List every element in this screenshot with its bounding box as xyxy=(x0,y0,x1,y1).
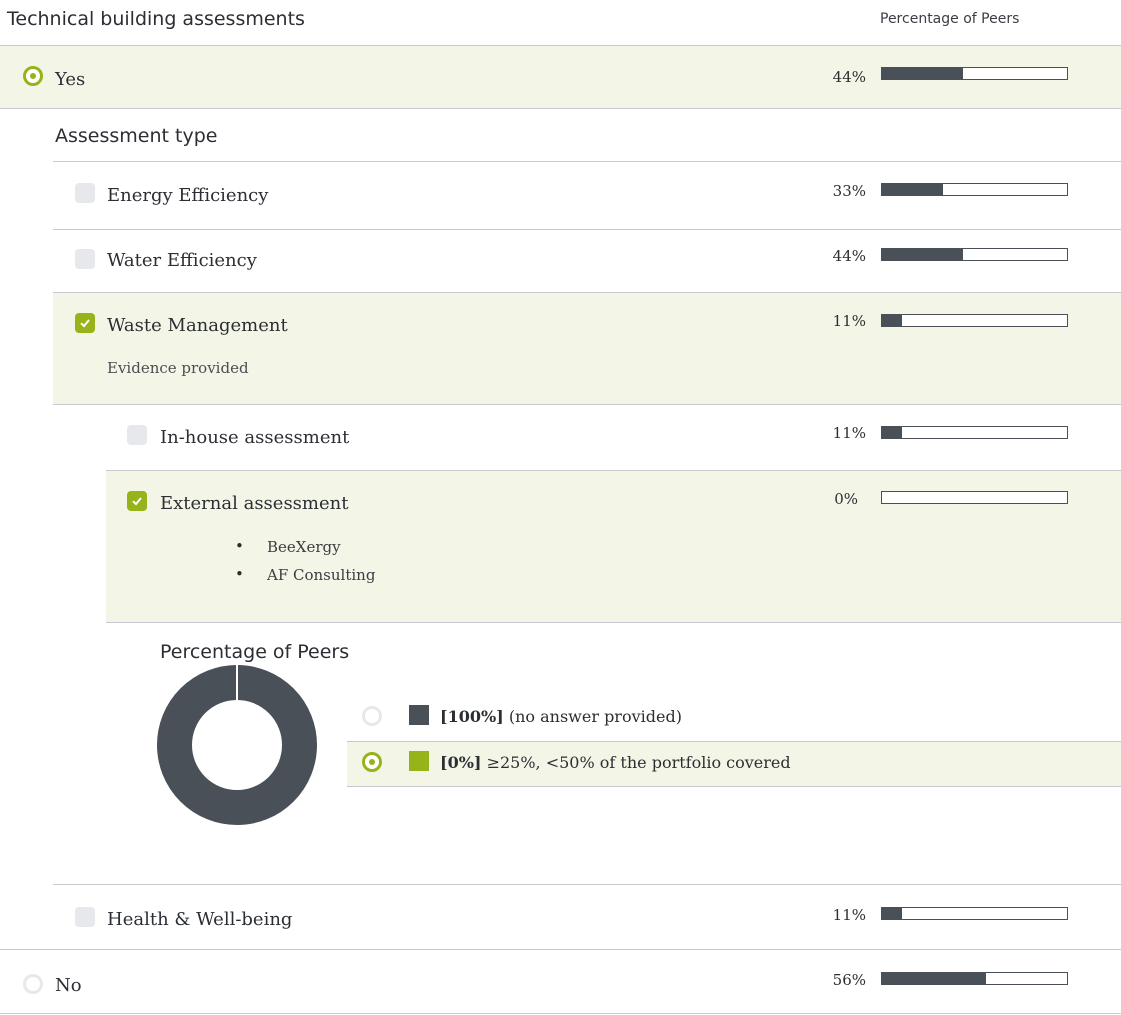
waste-management-highlight xyxy=(53,293,1121,404)
water-efficiency-percent: 44% xyxy=(832,247,866,265)
evidence-provided-note: Evidence provided xyxy=(107,359,249,377)
energy-efficiency-label: Energy Efficiency xyxy=(107,185,269,206)
bullet-list-item: • xyxy=(235,537,244,555)
provider-beexergy: BeeXergy xyxy=(267,538,341,556)
bullet-list-item: • xyxy=(235,565,244,583)
energy-efficiency-checkbox[interactable] xyxy=(75,183,95,203)
energy-efficiency-percent: 33% xyxy=(832,182,866,200)
legend-swatch-portfolio xyxy=(409,751,429,771)
in-house-assessment-label: In-house assessment xyxy=(160,427,350,448)
question-title: Technical building assessments xyxy=(7,8,305,30)
in-house-assessment-percent: 11% xyxy=(832,424,866,442)
no-peers-bar xyxy=(881,972,1068,985)
peers-donut-chart xyxy=(157,665,317,825)
assessment-type-heading: Assessment type xyxy=(55,125,218,147)
divider xyxy=(53,404,1121,405)
yes-percent: 44% xyxy=(832,68,866,86)
health-wellbeing-percent: 11% xyxy=(832,906,866,924)
external-assessment-percent: 0% xyxy=(834,490,858,508)
portfolio-legend-radio[interactable] xyxy=(362,752,382,772)
provider-af-consulting: AF Consulting xyxy=(267,566,376,584)
no-radio[interactable] xyxy=(23,974,43,994)
waste-management-peers-bar xyxy=(881,314,1068,327)
yes-peers-bar xyxy=(881,67,1068,80)
no-label: No xyxy=(55,975,82,996)
legend-item-no-answer: [100%] (no answer provided) xyxy=(440,707,682,726)
external-assessment-checkbox[interactable] xyxy=(127,491,147,511)
waste-management-checkbox[interactable] xyxy=(75,313,95,333)
divider xyxy=(0,108,1121,109)
yes-radio[interactable] xyxy=(23,66,43,86)
peers-chart-title: Percentage of Peers xyxy=(160,641,350,663)
no-percent: 56% xyxy=(832,971,866,989)
waste-management-label: Waste Management xyxy=(107,315,288,336)
divider xyxy=(53,161,1121,162)
health-wellbeing-peers-bar xyxy=(881,907,1068,920)
legend-text: ≥25%, <50% of the portfolio covered xyxy=(486,753,791,772)
donut-slice-1 xyxy=(157,665,317,825)
legend-text: (no answer provided) xyxy=(508,707,682,726)
energy-efficiency-peers-bar xyxy=(881,183,1068,196)
in-house-assessment-checkbox[interactable] xyxy=(127,425,147,445)
water-efficiency-peers-bar xyxy=(881,248,1068,261)
divider xyxy=(0,1013,1121,1014)
no-answer-legend-radio[interactable] xyxy=(362,706,382,726)
health-wellbeing-label: Health & Well-being xyxy=(107,909,293,930)
health-wellbeing-checkbox[interactable] xyxy=(75,907,95,927)
divider xyxy=(347,786,1121,787)
water-efficiency-label: Water Efficiency xyxy=(107,250,257,271)
legend-item-portfolio: [0%] ≥25%, <50% of the portfolio covered xyxy=(440,753,791,772)
check-icon xyxy=(132,497,142,506)
divider xyxy=(106,622,1121,623)
divider xyxy=(53,229,1121,230)
legend-swatch-no-answer xyxy=(409,705,429,725)
yes-label: Yes xyxy=(55,69,86,90)
divider xyxy=(0,949,1121,950)
external-assessment-peers-bar xyxy=(881,491,1068,504)
divider xyxy=(53,884,1121,885)
in-house-assessment-peers-bar xyxy=(881,426,1068,439)
legend-value: [0%] xyxy=(440,753,482,772)
peers-column-header: Percentage of Peers xyxy=(880,11,1020,27)
legend-value: [100%] xyxy=(440,707,504,726)
waste-management-percent: 11% xyxy=(832,312,866,330)
check-icon xyxy=(80,319,90,328)
water-efficiency-checkbox[interactable] xyxy=(75,249,95,269)
external-assessment-label: External assessment xyxy=(160,493,349,514)
